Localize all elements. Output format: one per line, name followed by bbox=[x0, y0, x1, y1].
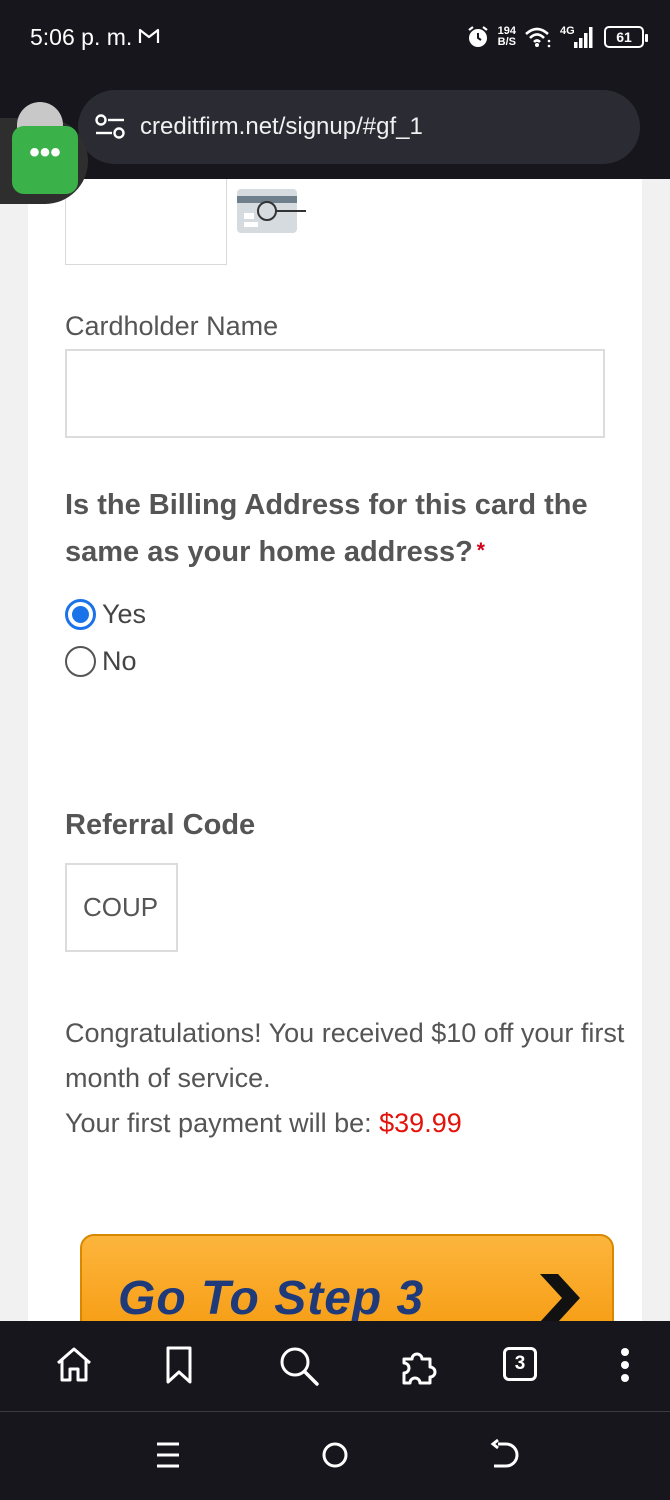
wifi-icon bbox=[525, 27, 551, 48]
cardholder-name-input[interactable] bbox=[65, 349, 605, 438]
system-navigation-bar bbox=[0, 1412, 670, 1500]
cardholder-name-label: Cardholder Name bbox=[65, 311, 279, 341]
referral-code-input[interactable]: COUP bbox=[65, 863, 178, 952]
credit-card-icon bbox=[237, 189, 306, 233]
extensions-icon[interactable] bbox=[398, 1345, 440, 1387]
payment-line: Your first payment will be: $39.99 bbox=[65, 1101, 625, 1146]
address-bar[interactable]: creditfirm.net/signup/#gf_1 bbox=[78, 90, 640, 164]
search-icon[interactable] bbox=[278, 1345, 320, 1387]
more-vert-icon[interactable] bbox=[616, 1345, 634, 1385]
required-marker: * bbox=[476, 539, 485, 562]
payment-amount: $39.99 bbox=[379, 1108, 462, 1138]
more-options-bubble[interactable]: ••• bbox=[12, 126, 78, 194]
browser-toolbar: 3 bbox=[0, 1321, 670, 1412]
signup-form: Cardholder Name Is the Billing Address f… bbox=[28, 179, 642, 1321]
battery-indicator: 61 bbox=[604, 26, 648, 48]
home-icon[interactable] bbox=[54, 1345, 94, 1385]
radio-button-yes[interactable] bbox=[65, 599, 96, 630]
recent-apps-icon[interactable] bbox=[154, 1438, 182, 1472]
net-speed: 194 B/S bbox=[497, 25, 516, 48]
referral-code-label: Referral Code bbox=[65, 809, 256, 841]
tab-switcher-button[interactable]: 3 bbox=[503, 1347, 537, 1381]
go-to-step-3-button[interactable]: Go To Step 3 bbox=[80, 1234, 614, 1321]
discount-message: Congratulations! You received $10 off yo… bbox=[65, 1011, 625, 1146]
site-settings-icon[interactable] bbox=[94, 113, 126, 141]
radio-button-no[interactable] bbox=[65, 646, 96, 677]
status-indicators: 194 B/S 4G 61 bbox=[466, 22, 648, 52]
radio-label-yes[interactable]: Yes bbox=[102, 599, 146, 630]
floating-chat-bubble[interactable]: ••• bbox=[0, 102, 90, 204]
radio-label-no[interactable]: No bbox=[102, 646, 137, 677]
url-text[interactable]: creditfirm.net/signup/#gf_1 bbox=[140, 113, 423, 141]
home-circle-icon[interactable] bbox=[320, 1438, 350, 1472]
bookmark-icon[interactable] bbox=[162, 1345, 196, 1385]
browser-header: creditfirm.net/signup/#gf_1 bbox=[0, 78, 670, 179]
back-icon[interactable] bbox=[488, 1438, 520, 1472]
signal-icon: 4G bbox=[560, 25, 593, 48]
radio-option-yes[interactable]: Yes bbox=[65, 599, 146, 630]
status-bar: 5:06 p. m. 194 B/S 4G 61 bbox=[0, 0, 670, 78]
radio-option-no[interactable]: No bbox=[65, 646, 137, 677]
chevron-right-icon bbox=[540, 1274, 580, 1321]
billing-question-text: Is the Billing Address for this card the… bbox=[65, 489, 588, 568]
step-button-label[interactable]: Go To Step 3 bbox=[118, 1271, 424, 1322]
status-time: 5:06 p. m. bbox=[30, 24, 133, 50]
payment-label: Your first payment will be: bbox=[65, 1108, 380, 1138]
alarm-icon bbox=[467, 26, 488, 47]
svg-text:4G: 4G bbox=[560, 25, 575, 37]
congrats-text: Congratulations! You received $10 off yo… bbox=[65, 1018, 625, 1093]
gmail-icon bbox=[138, 28, 160, 43]
billing-address-question: Is the Billing Address for this card the… bbox=[65, 483, 605, 575]
